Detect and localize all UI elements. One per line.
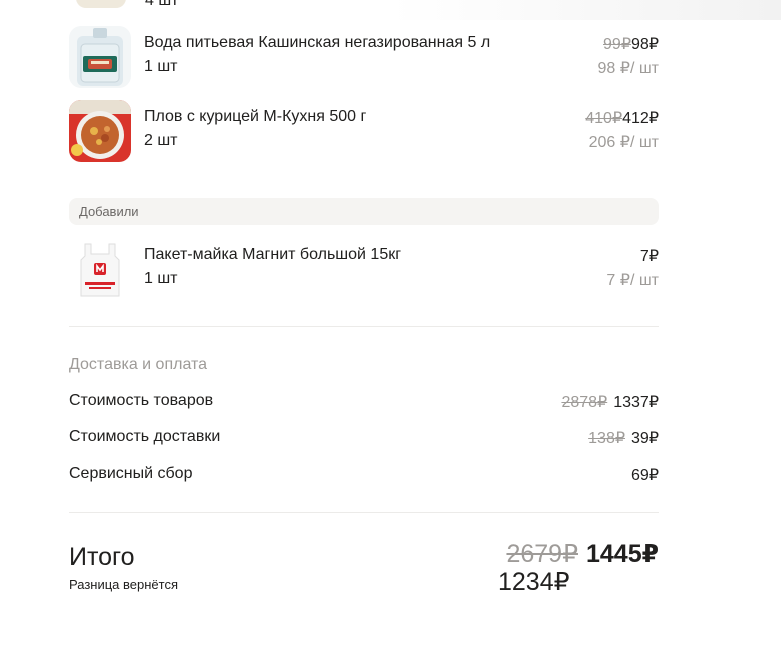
total-note: Разница вернётся bbox=[69, 577, 178, 592]
item-current-price: 412₽ bbox=[622, 110, 659, 127]
summary-old-value: 2878₽ bbox=[561, 394, 608, 411]
cart-item[interactable]: Вода питьевая Кашинская негазированная 5… bbox=[69, 26, 659, 88]
item-name: Плов с курицей М-Кухня 500 г bbox=[144, 108, 367, 125]
summary-label: Стоимость доставки bbox=[69, 428, 221, 445]
item-unit-price: 98 ₽/ шт bbox=[597, 60, 659, 77]
item-price: 410₽412₽ bbox=[585, 108, 659, 128]
cut-item-image bbox=[76, 0, 126, 8]
item-current-price: 98₽ bbox=[631, 36, 659, 53]
item-old-price: 410₽ bbox=[585, 110, 623, 127]
water-bottle-icon bbox=[69, 26, 131, 88]
item-qty: 1 шт bbox=[144, 270, 178, 287]
delivery-section-title: Доставка и оплата bbox=[69, 356, 208, 373]
summary-current-value: 69₽ bbox=[631, 467, 659, 484]
item-price: 7₽ bbox=[640, 246, 659, 266]
total-paid: 1234₽ bbox=[498, 568, 570, 596]
cart-item[interactable]: Пакет-майка Магнит большой 15кг 1 шт 7₽ … bbox=[69, 238, 659, 300]
divider bbox=[69, 326, 659, 327]
summary-value: 2878₽ 1337₽ bbox=[561, 392, 659, 412]
summary-label: Стоимость товаров bbox=[69, 392, 214, 409]
item-name: Вода питьевая Кашинская негазированная 5… bbox=[144, 34, 491, 51]
summary-value: 138₽ 39₽ bbox=[588, 428, 659, 448]
item-name: Пакет-майка Магнит большой 15кг bbox=[144, 246, 402, 263]
summary-old-value: 138₽ bbox=[588, 430, 626, 447]
item-qty: 1 шт bbox=[144, 58, 178, 75]
summary-row-delivery: Стоимость доставки 138₽ 39₽ bbox=[69, 428, 659, 450]
item-unit-price: 7 ₽/ шт bbox=[606, 272, 659, 289]
item-unit-price: 206 ₽/ шт bbox=[588, 134, 659, 151]
item-old-price: 99₽ bbox=[603, 36, 632, 53]
item-price: 99₽98₽ bbox=[603, 34, 659, 54]
cart-item[interactable]: Плов с курицей М-Кухня 500 г 2 шт 410₽41… bbox=[69, 100, 659, 162]
divider bbox=[69, 512, 659, 513]
added-section-label: Добавили bbox=[79, 204, 139, 219]
summary-current-value: 39₽ bbox=[631, 430, 659, 447]
added-section-header: Добавили bbox=[69, 198, 659, 225]
total-price: 2679₽ 1445₽ bbox=[506, 539, 659, 569]
total-current-price: 1445₽ bbox=[585, 540, 659, 568]
summary-row-goods: Стоимость товаров 2878₽ 1337₽ bbox=[69, 392, 659, 414]
summary-row-service-fee: Сервисный сбор 69₽ bbox=[69, 465, 659, 487]
plastic-bag-icon bbox=[69, 238, 131, 300]
cut-item-qty: 4 шт bbox=[145, 0, 179, 9]
total-title: Итого bbox=[69, 543, 135, 571]
summary-current-value: 1337₽ bbox=[613, 394, 659, 411]
item-qty: 2 шт bbox=[144, 132, 178, 149]
plov-dish-icon bbox=[69, 100, 131, 162]
item-current-price: 7₽ bbox=[639, 248, 659, 265]
summary-label: Сервисный сбор bbox=[69, 465, 193, 482]
summary-value: 69₽ bbox=[631, 465, 659, 485]
total-old-price: 2679₽ bbox=[506, 540, 578, 568]
